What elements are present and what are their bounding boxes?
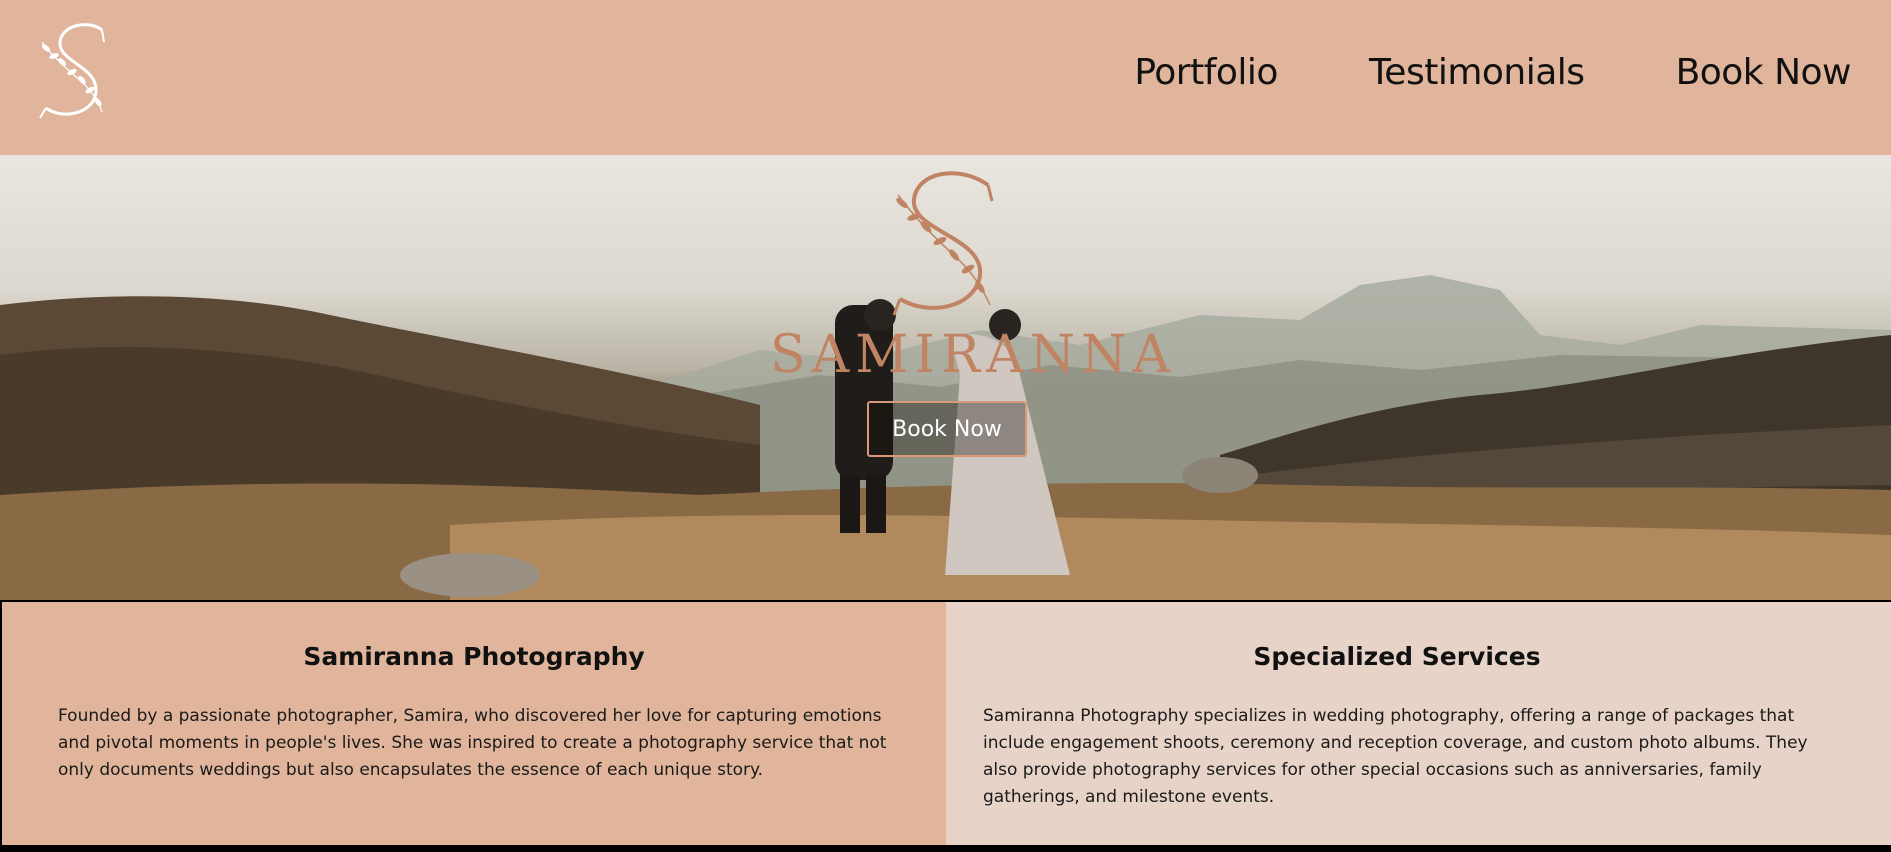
site-header: Portfolio Testimonials Book Now [0, 0, 1891, 155]
hero-logo: SAMIRANNA [770, 165, 1177, 400]
logo-icon[interactable] [32, 22, 120, 124]
page-divider [0, 845, 1891, 852]
hero-monogram-icon [892, 171, 994, 316]
nav-testimonials-link[interactable]: Testimonials [1369, 52, 1585, 93]
info-section: Samiranna Photography Founded by a passi… [0, 600, 1891, 847]
nav-book-now-link[interactable]: Book Now [1676, 52, 1852, 93]
hero-banner: SAMIRANNA Book Now [0, 155, 1891, 600]
services-text: Samiranna Photography specializes in wed… [983, 706, 1808, 807]
services-title: Specialized Services [1253, 642, 1541, 671]
nav-portfolio-link[interactable]: Portfolio [1134, 52, 1278, 93]
hero-brand-name: SAMIRANNA [770, 325, 1177, 385]
hero-book-now-button[interactable]: Book Now [867, 401, 1027, 457]
main-nav: Portfolio Testimonials Book Now [1134, 52, 1851, 93]
services-panel: Specialized Services Samiranna Photograp… [946, 602, 1891, 847]
about-text: Founded by a passionate photographer, Sa… [58, 706, 887, 780]
about-panel: Samiranna Photography Founded by a passi… [0, 602, 946, 847]
about-title: Samiranna Photography [303, 642, 645, 671]
